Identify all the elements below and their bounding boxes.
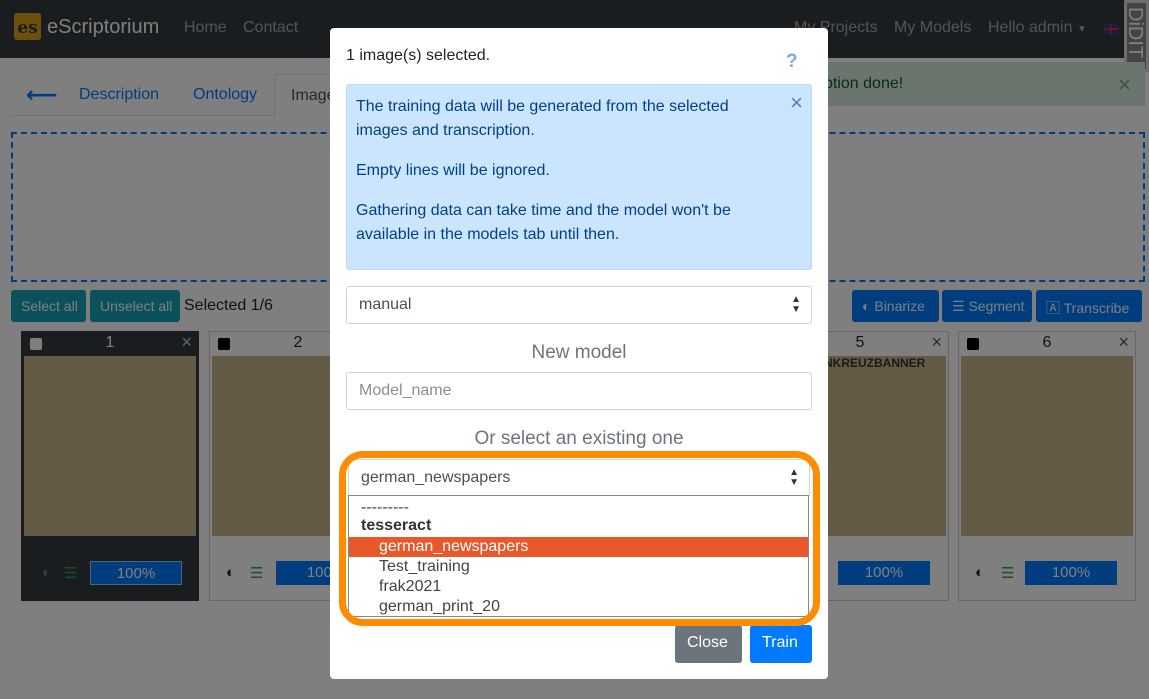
info-text: Gathering data can take time and the mod… (356, 202, 731, 243)
new-model-heading: New model (531, 342, 627, 363)
select-arrows-icon: ▲ ▼ (791, 294, 801, 315)
info-text: The training data will be generated from… (356, 98, 729, 139)
modal-title: 1 image(s) selected. (346, 47, 491, 64)
model-name-input[interactable]: Model_name (346, 372, 812, 410)
highlight-annotation (339, 451, 820, 626)
close-icon[interactable]: × (790, 91, 803, 115)
info-alert: The training data will be generated from… (346, 84, 812, 270)
train-button[interactable]: Train (750, 625, 812, 663)
transcription-select-value: manual (359, 296, 412, 313)
close-button[interactable]: Close (675, 625, 742, 663)
info-text: Empty lines will be ignored. (356, 162, 550, 179)
help-icon[interactable]: ? (786, 51, 798, 73)
transcription-select[interactable]: manual ▲ ▼ (346, 286, 812, 324)
existing-model-heading: Or select an existing one (474, 428, 684, 449)
